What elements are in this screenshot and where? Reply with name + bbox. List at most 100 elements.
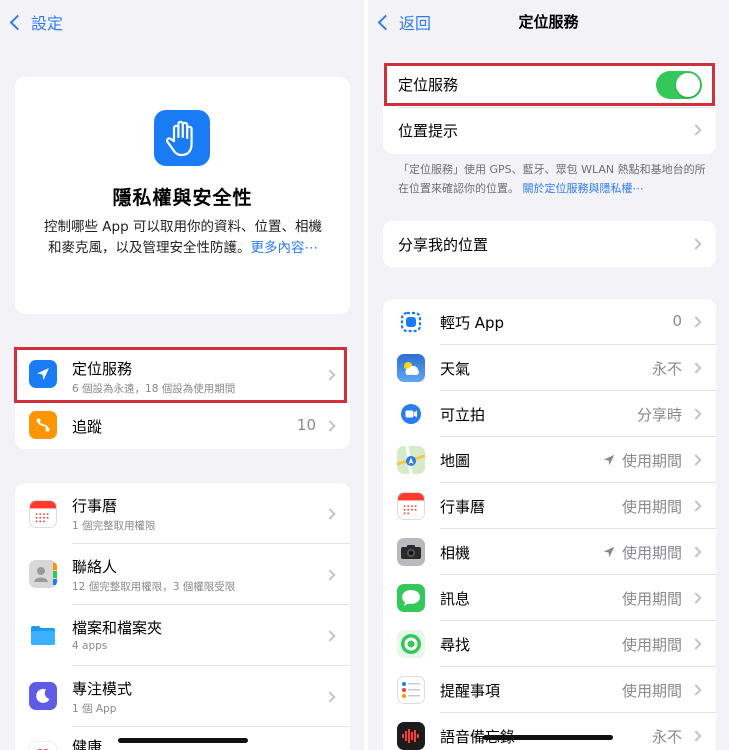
find-my-icon (397, 630, 425, 658)
moon-icon (29, 682, 57, 710)
app-name: 天氣 (440, 360, 471, 378)
app-name: 可立拍 (440, 406, 486, 424)
chevron-right-icon (324, 420, 336, 432)
chevron-right-icon (690, 362, 702, 374)
app-value: 使用期間 (621, 544, 682, 562)
row-title: 位置提示 (398, 122, 459, 140)
location-services-screen: 返回 定位服務 定位服務 位置提示 「定位服務」使用 GPS、藍牙、眾包 WLA… (368, 0, 729, 750)
app-row[interactable]: 地圖 使用期間 (383, 437, 716, 483)
app-value: 使用期間 (621, 590, 682, 608)
reminders-icon (397, 676, 425, 704)
group-share-location: 分享我的位置 (383, 221, 716, 267)
app-value: 永不 (651, 360, 682, 378)
heart-icon (29, 741, 57, 750)
chevron-right-icon (690, 124, 702, 136)
app-value: 0 (672, 312, 682, 330)
app-row[interactable]: 天氣 永不 (383, 345, 716, 391)
app-row[interactable]: 語音備忘錄 永不 (383, 713, 716, 750)
chevron-right-icon (690, 500, 702, 512)
tracking-row[interactable]: 追蹤 10 (15, 402, 350, 449)
row-title: 檔案和檔案夾 (72, 619, 163, 637)
app-value: 使用期間 (621, 682, 682, 700)
app-row[interactable]: 相機 使用期間 (383, 529, 716, 575)
app-value-with-arrow: 使用期間 (602, 542, 682, 563)
folder-icon (29, 621, 57, 649)
back-button[interactable]: 設定 (8, 10, 63, 34)
location-arrow-icon (603, 546, 615, 558)
chevron-left-icon (9, 14, 26, 30)
page-title: 定位服務 (518, 13, 579, 31)
contacts-icon (29, 560, 57, 588)
app-name: 行事曆 (440, 498, 486, 516)
location-alerts-row[interactable]: 位置提示 (383, 108, 716, 154)
voice-memos-icon (397, 722, 425, 750)
location-note: 「定位服務」使用 GPS、藍牙、眾包 WLAN 熱點和基地台的所在位置來確認你的… (398, 160, 708, 198)
app-row[interactable]: 尋找 使用期間 (383, 621, 716, 667)
clips-icon (397, 400, 425, 428)
row-subtitle: 1 個完整取用權限 (72, 520, 156, 532)
privacy-link[interactable]: 關於定位服務與隱私權⋯ (523, 182, 644, 195)
app-name: 輕巧 App (440, 314, 505, 332)
focus-row[interactable]: 專注模式 1 個 App (15, 666, 350, 727)
row-title: 聯絡人 (72, 558, 118, 576)
row-title: 專注模式 (72, 680, 133, 698)
app-row[interactable]: 輕巧 App 0 (383, 299, 716, 345)
chevron-right-icon (324, 508, 336, 520)
chevron-right-icon (324, 569, 336, 581)
more-link[interactable]: 更多內容⋯ (251, 240, 319, 256)
row-title: 健康 (72, 738, 103, 750)
chevron-right-icon (690, 454, 702, 466)
chevron-right-icon (690, 684, 702, 696)
app-name: 訊息 (440, 590, 471, 608)
app-row[interactable]: 行事曆 使用期間 (383, 483, 716, 529)
chevron-right-icon (690, 730, 702, 742)
files-folders-row[interactable]: 檔案和檔案夾 4 apps (15, 605, 350, 666)
chevron-right-icon (690, 408, 702, 420)
app-value: 使用期間 (621, 636, 682, 654)
row-subtitle: 1 個 App (72, 703, 117, 715)
maps-icon (397, 446, 425, 474)
app-name: 相機 (440, 544, 471, 562)
contacts-row[interactable]: 聯絡人 12 個完整取用權限，3 個權限受限 (15, 544, 350, 605)
app-name: 地圖 (440, 452, 471, 470)
highlight-box (384, 63, 715, 106)
share-location-row[interactable]: 分享我的位置 (383, 221, 716, 267)
app-row[interactable]: 訊息 使用期間 (383, 575, 716, 621)
weather-icon (397, 354, 425, 382)
home-indicator (118, 738, 248, 743)
app-name: 尋找 (440, 636, 471, 654)
messages-icon (397, 584, 425, 612)
chevron-right-icon (690, 546, 702, 558)
row-title: 分享我的位置 (398, 236, 489, 254)
home-indicator (483, 735, 613, 740)
privacy-hero-card: 隱私權與安全性 控制哪些 App 可以取用你的資料、位置、相機和麥克風，以及管理… (15, 77, 350, 314)
location-arrow-icon (603, 454, 615, 466)
chevron-right-icon (690, 592, 702, 604)
row-subtitle: 4 apps (72, 640, 108, 652)
chevron-right-icon (324, 630, 336, 642)
hero-title: 隱私權與安全性 (112, 187, 253, 209)
back-label: 設定 (31, 14, 64, 33)
calendar-row[interactable]: 行事曆 1 個完整取用權限 (15, 483, 350, 544)
calendar-icon (397, 492, 425, 520)
app-location-list: 輕巧 App 0 天氣 永不 可立拍 分享時 地圖 使用期間 行事曆 使用期間 … (383, 299, 716, 750)
app-value: 分享時 (636, 406, 682, 424)
app-value: 使用期間 (621, 498, 682, 516)
app-row[interactable]: 可立拍 分享時 (383, 391, 716, 437)
chevron-right-icon (690, 638, 702, 650)
camera-icon (397, 538, 425, 566)
app-value: 永不 (651, 728, 682, 746)
group-app-permissions: 行事曆 1 個完整取用權限 聯絡人 12 個完整取用權限，3 個權限受限 檔案和… (15, 483, 350, 750)
chevron-right-icon (324, 691, 336, 703)
chevron-right-icon (690, 316, 702, 328)
app-clip-icon (397, 308, 425, 336)
app-value-with-arrow: 使用期間 (602, 450, 682, 471)
tracking-icon (29, 411, 57, 439)
app-row[interactable]: 提醒事項 使用期間 (383, 667, 716, 713)
highlight-box (14, 347, 347, 403)
hero-description: 控制哪些 App 可以取用你的資料、位置、相機和麥克風，以及管理安全性防護。更多… (43, 217, 323, 259)
row-title: 行事曆 (72, 497, 118, 515)
row-value: 10 (296, 416, 316, 434)
row-subtitle: 12 個完整取用權限，3 個權限受限 (72, 581, 236, 593)
app-value: 使用期間 (621, 452, 682, 470)
